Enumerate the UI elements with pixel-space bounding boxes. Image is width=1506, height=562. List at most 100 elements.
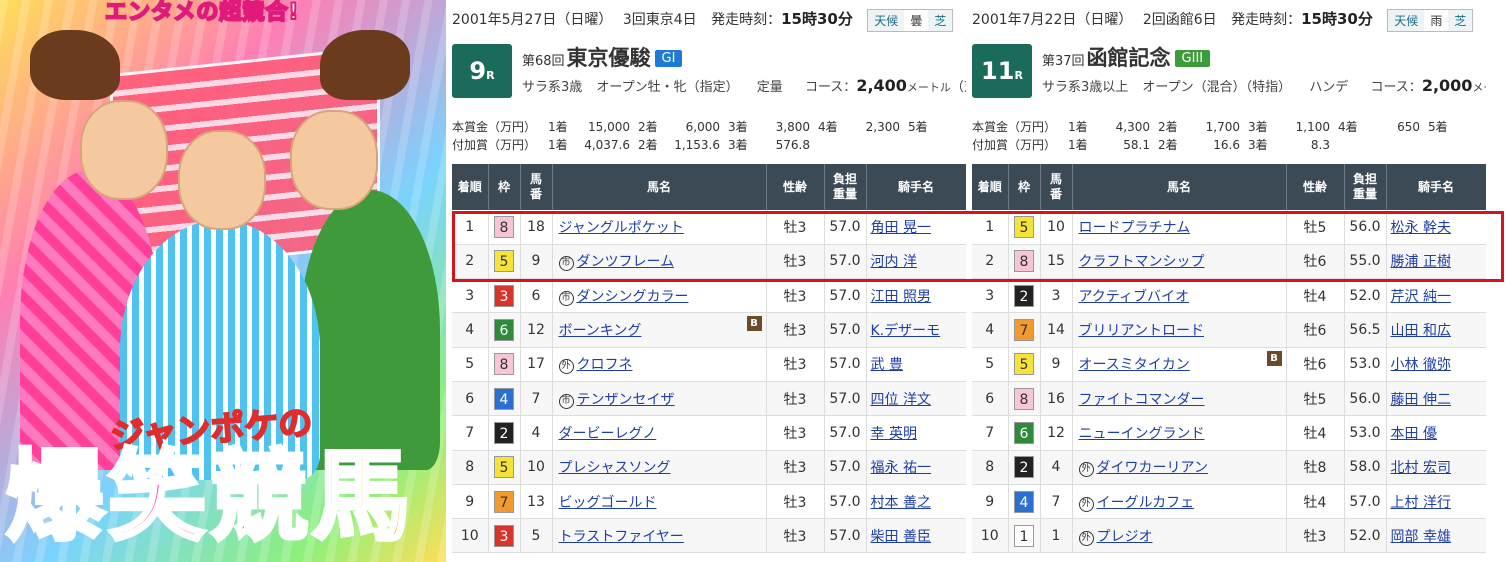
- jockey-link[interactable]: 岡部 幸雄: [1391, 529, 1451, 545]
- jockey-link[interactable]: 上村 洋行: [1391, 495, 1451, 511]
- result-row: 4 7 14 ブリリアントロード 牡6 56.5 山田 和広: [972, 312, 1486, 348]
- horse-name-link[interactable]: ダービーレグノ: [559, 426, 657, 442]
- finish-position: 4: [972, 312, 1009, 348]
- grade-badge: GI: [654, 50, 683, 67]
- column-header[interactable]: 枠: [1008, 164, 1041, 210]
- jockey-link[interactable]: 藤田 伸二: [1391, 392, 1451, 408]
- horse-name-link[interactable]: ボーンキング: [559, 323, 642, 339]
- jockey-cell: 北村 宏司: [1386, 450, 1486, 485]
- column-header[interactable]: 性齢: [766, 164, 825, 210]
- horse-name-link[interactable]: オースミタイカン: [1079, 357, 1190, 373]
- column-header[interactable]: 着順: [972, 164, 1009, 210]
- horse-name-cell: クラフトマンシップ: [1072, 244, 1287, 280]
- course-label: コース：: [1370, 80, 1422, 95]
- jockey-link[interactable]: 山田 和広: [1391, 323, 1451, 339]
- carried-weight: 53.0: [1344, 415, 1387, 451]
- jockey-link[interactable]: 幸 英明: [871, 426, 917, 442]
- jockey-link[interactable]: 河内 洋: [871, 254, 917, 270]
- waku-badge: 5: [1014, 215, 1034, 238]
- results-table: 着順枠馬 番馬名 性齢 負担 重量 騎手名 1 5 10 ロードプラチナム 牡5 56.0 松永 …: [972, 164, 1486, 554]
- course-surface: （芝: [950, 80, 966, 95]
- prize-value: 3,800: [775, 120, 810, 134]
- finish-position: 6: [452, 381, 489, 417]
- column-header[interactable]: 馬 番: [1040, 164, 1073, 210]
- jockey-link[interactable]: 小林 徹弥: [1391, 357, 1451, 373]
- waku-badge: 1: [1014, 524, 1034, 547]
- waku-cell: 4: [488, 381, 521, 417]
- horse-name-link[interactable]: クラフトマンシップ: [1079, 254, 1205, 270]
- jockey-cell: 河内 洋: [866, 244, 966, 280]
- column-header[interactable]: 馬名: [552, 164, 767, 210]
- column-header[interactable]: 馬名: [1072, 164, 1287, 210]
- jockey-link[interactable]: 柴田 善臣: [871, 529, 931, 545]
- waku-cell: 5: [1008, 347, 1041, 382]
- horse-name-link[interactable]: ブリリアントロード: [1079, 323, 1204, 339]
- course-unit: メートル: [1472, 81, 1486, 94]
- jockey-link[interactable]: 村本 善之: [871, 495, 931, 511]
- column-header[interactable]: 騎手名: [1386, 164, 1486, 210]
- horse-name-link[interactable]: プレジオ: [1097, 529, 1153, 545]
- horse-name-link[interactable]: トラストファイヤー: [559, 529, 684, 545]
- race-conditions: サラ系3歳 オープン牡・牝（指定） 定量 コース：2,400メートル（芝: [522, 76, 966, 95]
- waku-cell: 8: [488, 347, 521, 382]
- column-header[interactable]: 性齢: [1286, 164, 1345, 210]
- carried-weight: 57.0: [824, 415, 867, 451]
- sex-age: 牡4: [1286, 484, 1345, 520]
- horse-number: 7: [1040, 484, 1073, 520]
- weather-box: 天候 雨 芝: [1387, 8, 1474, 32]
- column-header[interactable]: 着順: [452, 164, 489, 210]
- sex-age: 牡3: [766, 244, 825, 280]
- sex-age: 牡3: [766, 484, 825, 520]
- jockey-cell: 小林 徹弥: [1386, 347, 1486, 382]
- column-header[interactable]: 騎手名: [866, 164, 966, 210]
- waku-badge: 2: [1014, 284, 1034, 307]
- finish-position: 5: [972, 347, 1009, 382]
- horse-name-link[interactable]: ファイトコマンダー: [1079, 392, 1205, 408]
- jockey-link[interactable]: 四位 洋文: [871, 392, 931, 408]
- finish-position: 5: [452, 347, 489, 382]
- poster-title: 爆 笑 競 馬: [4, 440, 412, 554]
- column-header[interactable]: 枠: [488, 164, 521, 210]
- horse-name-link[interactable]: テンザンセイザ: [577, 392, 675, 408]
- jockey-link[interactable]: 本田 優: [1391, 426, 1437, 442]
- horse-number: 12: [520, 312, 553, 348]
- horse-name-link[interactable]: プレシャスソング: [559, 460, 671, 476]
- horse-name-link[interactable]: ダンシングカラー: [577, 289, 689, 305]
- column-header[interactable]: 負担 重量: [1344, 164, 1387, 210]
- jockey-link[interactable]: 松永 幹夫: [1391, 220, 1451, 236]
- post-time: 15時30分: [781, 10, 853, 28]
- jockey-link[interactable]: 福永 祐一: [871, 460, 931, 476]
- jockey-link[interactable]: 江田 照男: [871, 289, 931, 305]
- waku-cell: 5: [488, 450, 521, 485]
- horse-name-link[interactable]: ダイワカーリアン: [1097, 460, 1208, 476]
- waku-badge: 2: [494, 421, 514, 444]
- weather-box: 天候 曇 芝: [867, 8, 954, 32]
- jockey-link[interactable]: K.デザーモ: [871, 323, 941, 339]
- sex-age: 牡3: [766, 312, 825, 348]
- horse-name-link[interactable]: アクティブバイオ: [1079, 289, 1189, 305]
- horse-name-link[interactable]: ロードプラチナム: [1079, 220, 1191, 236]
- horse-name-cell: ダービーレグノ: [552, 415, 767, 451]
- horse-name-link[interactable]: クロフネ: [577, 357, 633, 373]
- jockey-cell: 福永 祐一: [866, 450, 966, 485]
- jockey-link[interactable]: 芹沢 純一: [1391, 289, 1451, 305]
- poster-title-char: 笑: [106, 440, 208, 554]
- column-header[interactable]: 馬 番: [520, 164, 553, 210]
- horse-name-link[interactable]: ジャングルポケット: [559, 220, 684, 236]
- prize-row: 本賞金（万円） 1着 15,000 2着 6,000 3着 3,800 4着 2,300 5着 1,…: [452, 118, 966, 136]
- blinker-icon: B: [746, 316, 762, 332]
- horse-number: 16: [1040, 381, 1073, 417]
- column-header[interactable]: 負担 重量: [824, 164, 867, 210]
- horse-name-link[interactable]: イーグルカフェ: [1097, 495, 1195, 511]
- jockey-link[interactable]: 武 豊: [871, 357, 903, 373]
- jockey-link[interactable]: 北村 宏司: [1391, 460, 1451, 476]
- jockey-link[interactable]: 勝浦 正樹: [1391, 254, 1451, 270]
- waku-cell: 8: [488, 210, 521, 245]
- horse-name-link[interactable]: ニューイングランド: [1079, 426, 1205, 442]
- horse-name-link[interactable]: ビッグゴールド: [559, 495, 657, 511]
- race-number-badge: 9R: [452, 44, 512, 98]
- horse-number: 5: [520, 518, 553, 554]
- waku-badge: 8: [494, 353, 514, 376]
- jockey-link[interactable]: 角田 晃一: [871, 220, 931, 236]
- horse-name-link[interactable]: ダンツフレーム: [577, 254, 675, 270]
